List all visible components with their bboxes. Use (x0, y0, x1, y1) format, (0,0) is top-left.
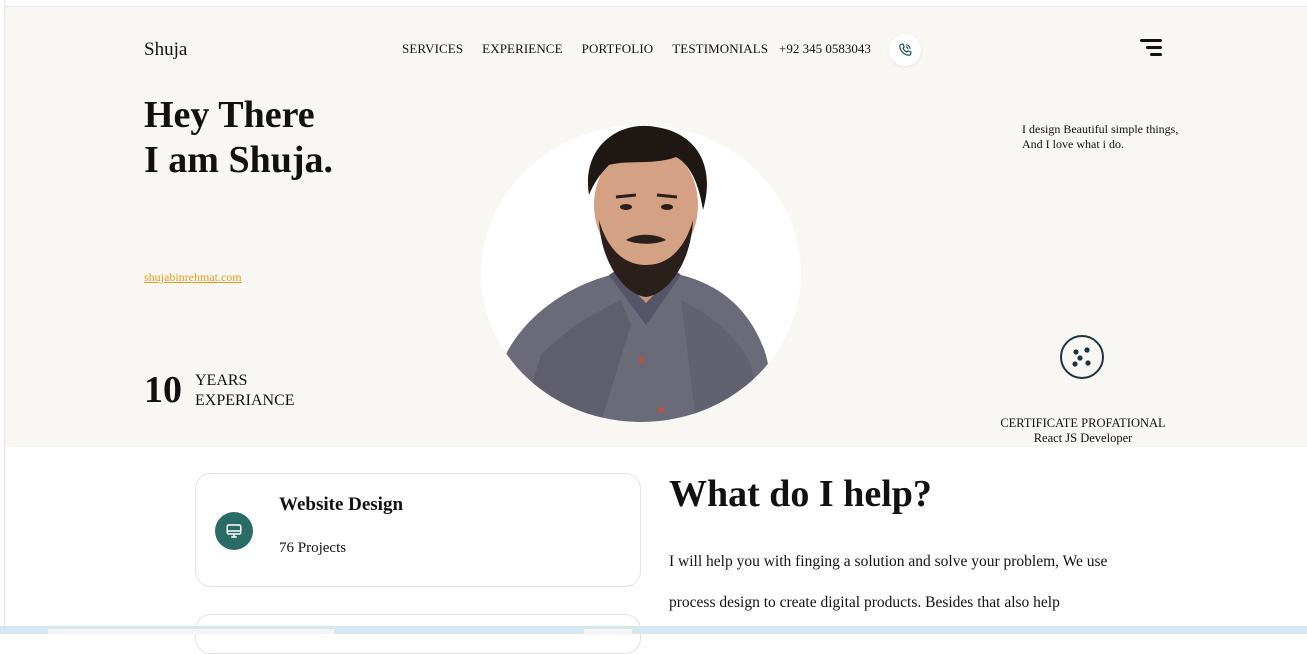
website-link[interactable]: shujabinrehmat.com (144, 270, 242, 285)
service-card-website-design[interactable]: Website Design 76 Projects (195, 473, 641, 587)
call-button[interactable] (889, 34, 921, 66)
certificate-info: CERTIFICATE PROFATIONAL React JS Develop… (990, 416, 1176, 446)
help-heading: What do I help? (669, 473, 932, 515)
service-card-next[interactable] (195, 614, 641, 654)
browser-left-edge (0, 0, 5, 634)
service-count: 76 Projects (279, 540, 347, 556)
nav-experience[interactable]: EXPERIENCE (482, 41, 562, 57)
nav-services[interactable]: SERVICES (402, 41, 463, 57)
browser-top-edge (0, 0, 1307, 7)
site-logo[interactable]: Shuja (144, 39, 187, 61)
portrait-illustration (491, 125, 781, 422)
main-nav: SERVICES EXPERIENCE PORTFOLIO TESTIMONIA… (402, 41, 768, 57)
nav-portfolio[interactable]: PORTFOLIO (582, 41, 654, 57)
years-label: YEARS EXPERIANCE (195, 371, 295, 411)
years-label-line-2: EXPERIANCE (195, 392, 295, 409)
help-description: I will help you with finging a solution … (669, 553, 1108, 611)
years-number: 10 (144, 369, 182, 411)
monitor-icon (215, 512, 253, 550)
hero-title-line-2: I am Shuja. (144, 139, 333, 181)
tagline: I design Beautiful simple things, And I … (1022, 122, 1179, 151)
hamburger-menu-icon[interactable] (1140, 39, 1162, 57)
profile-portrait (481, 125, 801, 422)
certificate-title: CERTIFICATE PROFATIONAL (1000, 416, 1166, 430)
phone-icon (899, 43, 912, 56)
hero-title-line-1: Hey There (144, 94, 315, 136)
phone-number[interactable]: +92 345 0583043 (779, 41, 871, 57)
taskbar (0, 626, 1307, 634)
service-title: Website Design (279, 494, 404, 515)
nav-testimonials[interactable]: TESTIMONIALS (672, 41, 768, 57)
certificate-dots-icon (1060, 335, 1104, 379)
hero-title: Hey There I am Shuja. (144, 93, 333, 183)
taskbar-window-preview[interactable] (584, 629, 632, 634)
taskbar-window-preview[interactable] (48, 629, 334, 634)
certificate-subtitle: React JS Developer (1033, 431, 1133, 445)
years-label-line-1: YEARS (195, 372, 248, 389)
